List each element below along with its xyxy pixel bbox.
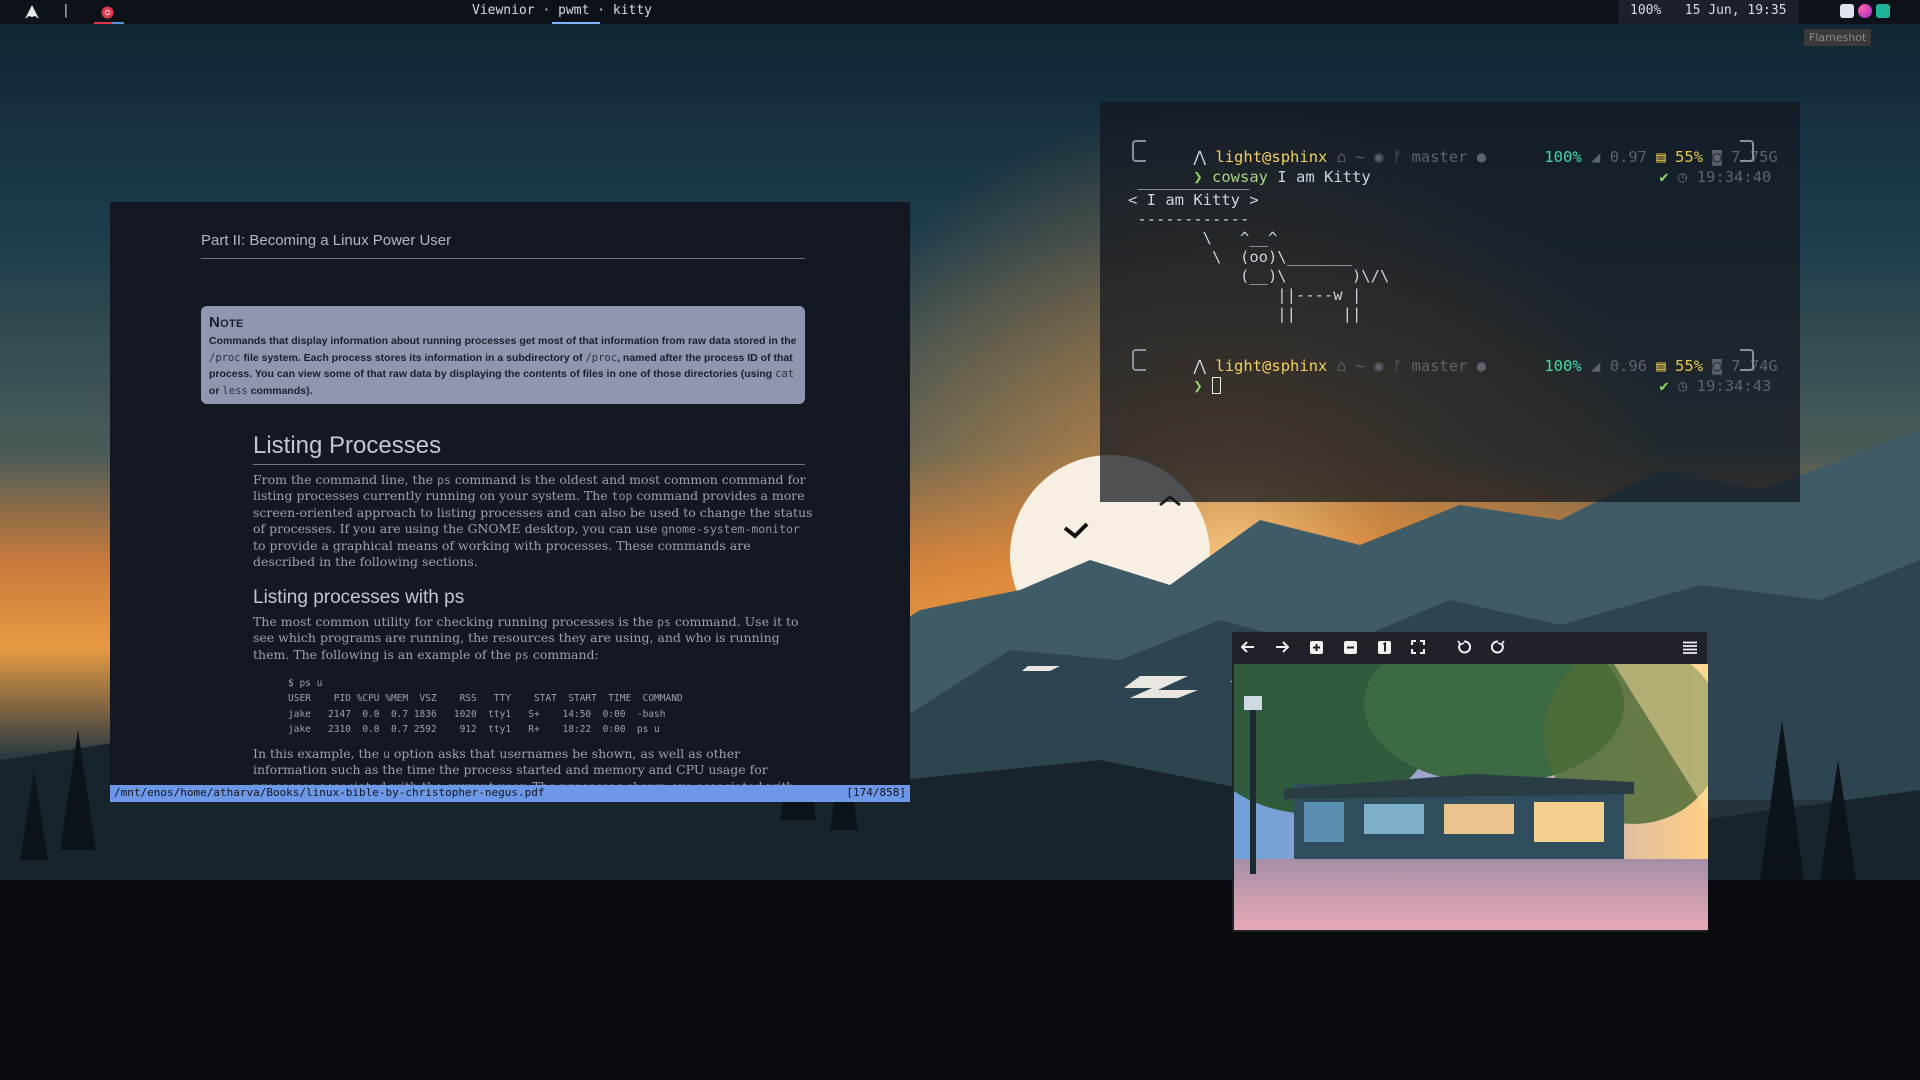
zoom-out-icon[interactable] — [1341, 638, 1359, 656]
window-title: Viewnior · pwmt · kitty — [472, 3, 653, 18]
note-title: Note — [209, 314, 244, 331]
code-block: $ ps u USER PID %CPU %MEM VSZ RSS TTY ST… — [288, 678, 683, 735]
prompt-branch: master — [1411, 148, 1468, 166]
actual-size-icon[interactable] — [1375, 638, 1393, 656]
paragraph: The most common utility for checking run… — [253, 614, 799, 662]
terminal-window[interactable]: ⋀ light@sphinx ⌂ ~ ◉ ᚠ master ● 100% ◢ 0… — [1100, 102, 1800, 502]
prompt-branch: master — [1411, 357, 1468, 375]
section-heading: Listing Processes — [253, 432, 442, 459]
command-line[interactable]: ❯ — [1156, 359, 1222, 413]
divider — [253, 464, 805, 465]
status-icon: ● — [1476, 148, 1487, 166]
topbar-separator: | — [62, 3, 70, 18]
menu-icon[interactable] — [1681, 638, 1699, 656]
top-bar: | Viewnior · pwmt · kitty 100% 15 Jun, 1… — [0, 0, 1920, 24]
paragraph: From the command line, the ps command is… — [253, 472, 813, 570]
prompt-frame — [1132, 140, 1146, 162]
note-box: Note Commands that display information a… — [201, 306, 805, 404]
status-icon: ● — [1476, 357, 1487, 375]
tab-indicator — [112, 22, 124, 24]
check-icon: ✔ — [1659, 168, 1669, 186]
tab-indicator — [94, 22, 112, 24]
battery-percent: 100% — [1544, 148, 1582, 166]
fullscreen-icon[interactable] — [1409, 638, 1427, 656]
file-path: /mnt/enos/home/atharva/Books/linux-bible… — [114, 786, 545, 799]
branch-icon: ᚠ — [1392, 357, 1403, 375]
messenger-icon[interactable] — [1858, 4, 1872, 18]
subsection-heading: Listing processes with ps — [253, 587, 465, 608]
terminal-cursor — [1212, 377, 1222, 394]
git-icon: ◉ — [1374, 357, 1384, 375]
flameshot-tooltip: Flameshot — [1804, 29, 1872, 46]
workspace-tab[interactable] — [86, 0, 128, 24]
exec-time: 19:34:40 — [1696, 168, 1772, 186]
viewer-toolbar — [1232, 632, 1707, 662]
paragraph: In this example, the u option asks that … — [253, 746, 794, 785]
prompt-time: ✔ ◷ 19:34:43 — [1622, 359, 1771, 413]
system-tray — [1840, 4, 1890, 18]
displayed-image — [1234, 664, 1708, 930]
tray-app-icon[interactable] — [1876, 4, 1890, 18]
load-icon: ◢ — [1591, 148, 1601, 166]
pdf-page[interactable]: Part II: Becoming a Linux Power User Not… — [110, 202, 910, 785]
prompt-path: ~ — [1355, 357, 1365, 375]
active-window-indicator — [552, 22, 600, 24]
divider — [201, 258, 805, 259]
branch-icon: ᚠ — [1392, 148, 1403, 166]
discord-icon[interactable] — [1840, 4, 1854, 18]
rotate-left-icon[interactable] — [1455, 638, 1473, 656]
arrow-left-icon[interactable] — [1239, 638, 1257, 656]
part-header: Part II: Becoming a Linux Power User — [201, 232, 452, 249]
battery-percent: 100% — [1544, 357, 1582, 375]
note-body: Commands that display information about … — [209, 335, 797, 397]
status-battery-clock[interactable]: 100% 15 Jun, 19:35 — [1618, 0, 1799, 24]
pdf-statusbar: /mnt/enos/home/atharva/Books/linux-bible… — [110, 785, 910, 802]
prompt-user: light@sphinx — [1215, 357, 1328, 375]
image-viewer-window[interactable] — [1232, 632, 1708, 932]
clock-icon: ◷ — [1678, 168, 1688, 186]
page-indicator: [174/858] — [846, 786, 906, 799]
prompt-time: ✔ ◷ 19:34:40 — [1622, 150, 1771, 204]
clock-icon: ◷ — [1678, 377, 1688, 395]
git-icon: ◉ — [1374, 148, 1384, 166]
chromium-icon — [100, 5, 114, 19]
check-icon: ✔ — [1659, 377, 1669, 395]
cowsay-output: ____________ < I am Kitty > ------------… — [1128, 172, 1390, 323]
exec-time: 19:34:43 — [1696, 377, 1772, 395]
rotate-right-icon[interactable] — [1489, 638, 1507, 656]
zoom-in-icon[interactable] — [1307, 638, 1325, 656]
arch-logo-icon[interactable] — [24, 4, 40, 20]
arrow-right-icon[interactable] — [1273, 638, 1291, 656]
pdf-viewer-window[interactable]: Part II: Becoming a Linux Power User Not… — [110, 202, 910, 802]
prompt-frame — [1132, 349, 1146, 371]
load-icon: ◢ — [1591, 357, 1601, 375]
home-icon: ⌂ — [1336, 357, 1347, 375]
prompt-chevron-icon: ❯ — [1193, 377, 1203, 395]
